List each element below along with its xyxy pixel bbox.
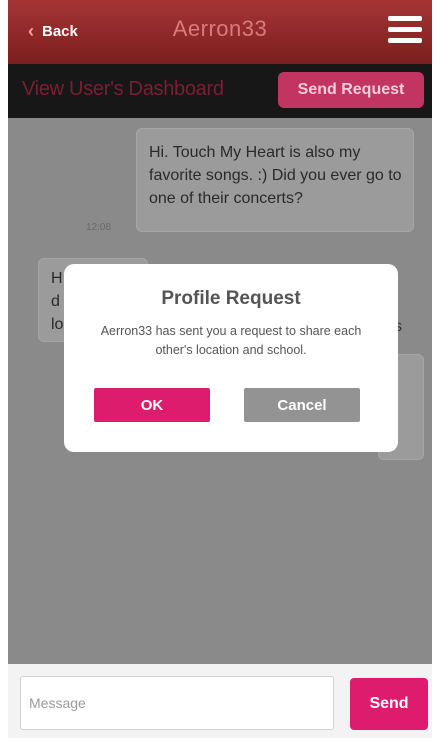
chevron-left-icon: ‹ (28, 21, 34, 41)
dialog-title: Profile Request (161, 288, 301, 309)
message-timestamp: 12:08 (86, 222, 112, 233)
hamburger-menu-icon[interactable] (388, 16, 422, 44)
action-bar: View User's Dashboard Send Request (8, 64, 432, 118)
back-button[interactable]: ‹ Back (28, 16, 78, 46)
message-bubble: Hi. Touch My Heart is also my favorite s… (136, 128, 414, 232)
message-composer: Send (8, 664, 432, 738)
message-text: Hi. Touch My Heart is also my favorite s… (149, 144, 402, 208)
dialog-message: Aerron33 has sent you a request to share… (100, 324, 362, 357)
back-label: Back (42, 22, 78, 40)
ok-button[interactable]: OK (94, 388, 210, 422)
page-title: Aerron33 (172, 16, 268, 41)
cancel-button[interactable]: Cancel (244, 388, 360, 422)
view-dashboard-link[interactable]: View User's Dashboard (22, 78, 224, 101)
message-text: H d lo (51, 270, 64, 334)
send-button[interactable]: Send (350, 678, 428, 730)
send-request-button[interactable]: Send Request (278, 72, 424, 108)
message-input[interactable] (20, 676, 334, 730)
top-bar: ‹ Back Aerron33 (8, 0, 432, 64)
profile-request-dialog: Profile Request Aerron33 has sent you a … (64, 264, 398, 452)
phone-screen: ‹ Back Aerron33 View User's Dashboard Se… (8, 0, 432, 738)
